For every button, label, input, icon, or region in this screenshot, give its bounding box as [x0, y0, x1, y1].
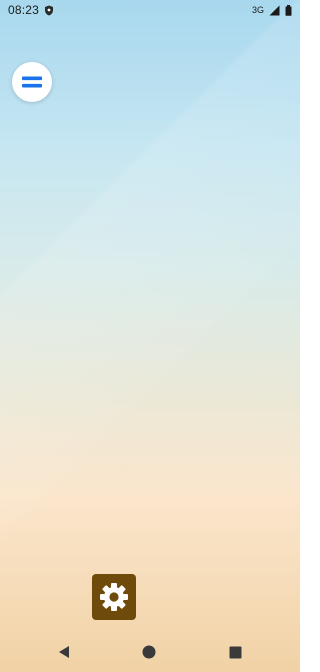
floating-menu-button[interactable]: [12, 62, 52, 102]
home-button[interactable]: [139, 642, 159, 662]
wallpaper-sheen: [0, 0, 300, 672]
recents-icon: [229, 646, 242, 659]
home-icon: [142, 645, 156, 659]
menu-icon: [22, 75, 42, 89]
status-bar: 08:23 3G: [0, 0, 300, 20]
home-screen: 08:23 3G: [0, 0, 300, 672]
settings-app-icon[interactable]: [92, 574, 136, 620]
status-right: 3G: [251, 4, 292, 16]
shield-icon: [44, 5, 54, 16]
navigation-bar: [0, 632, 300, 672]
settings-gear-icon: [98, 581, 130, 613]
recents-button[interactable]: [225, 642, 245, 662]
status-left: 08:23: [8, 3, 54, 17]
battery-icon: [285, 4, 292, 16]
signal-icon: [269, 5, 280, 16]
back-button[interactable]: [54, 642, 74, 662]
back-icon: [57, 645, 71, 659]
status-clock: 08:23: [8, 3, 40, 17]
network-type-label: 3G: [251, 5, 264, 15]
